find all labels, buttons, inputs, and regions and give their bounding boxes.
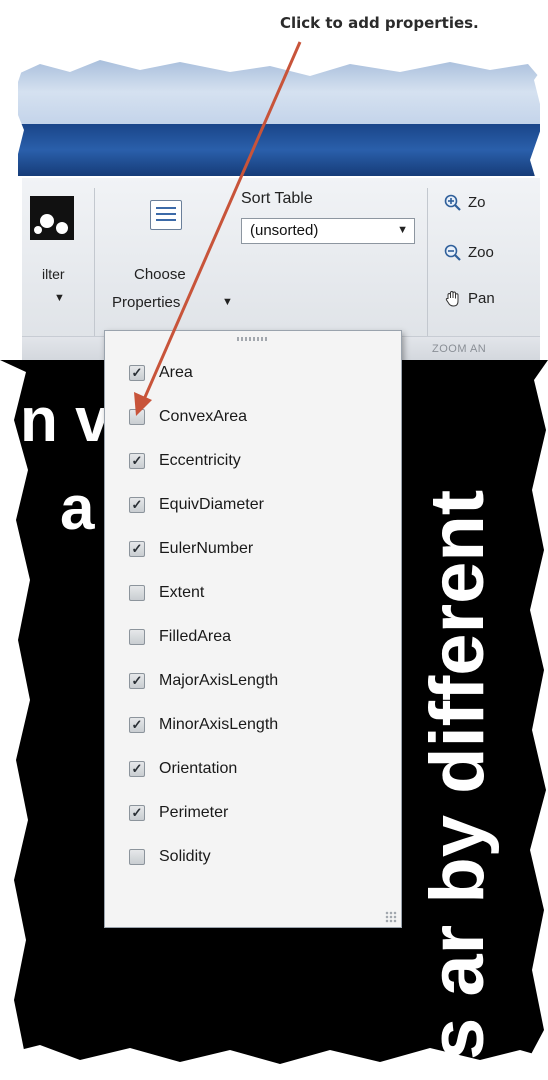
annotation-arrow bbox=[134, 41, 302, 416]
annotation-arrow-line bbox=[140, 41, 302, 405]
annotation-arrowhead-icon bbox=[134, 392, 152, 416]
